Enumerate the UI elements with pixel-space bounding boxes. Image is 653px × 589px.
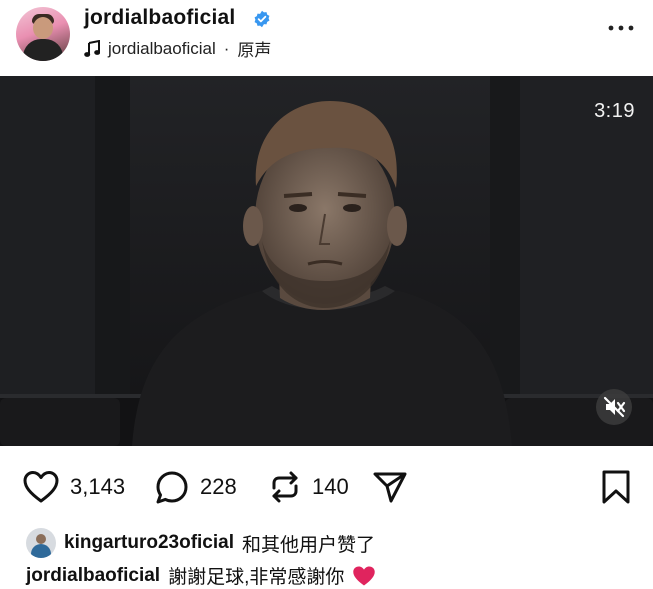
- comment-action[interactable]: 228: [154, 462, 237, 512]
- liker-avatar-body: [31, 544, 51, 558]
- share-action[interactable]: [372, 462, 408, 512]
- repost-count: 140: [312, 474, 349, 499]
- verified-badge-icon: [254, 10, 270, 28]
- post-caption: jordialbaoficial 謝謝足球,非常感謝你 ❤️: [26, 562, 376, 589]
- speaker-muted-icon: [603, 396, 626, 418]
- liker-username[interactable]: kingarturo23oficial: [64, 532, 234, 554]
- liked-by-row: kingarturo23oficial 和其他用户赞了: [26, 528, 375, 558]
- video-duration: 3:19: [594, 100, 635, 122]
- more-options-icon[interactable]: [606, 20, 636, 36]
- audio-type: 原声: [237, 41, 272, 60]
- caption-text: 謝謝足球,非常感謝你: [168, 567, 345, 588]
- save-action[interactable]: [600, 462, 632, 512]
- avatar-body: [23, 39, 63, 61]
- avatar-head: [33, 17, 53, 39]
- video-frame: [0, 76, 653, 446]
- mute-button[interactable]: [596, 389, 632, 425]
- liked-by-suffix: 和其他用户赞了: [242, 534, 376, 556]
- share-send-icon: [373, 472, 407, 503]
- red-heart-emoji-icon: [353, 566, 376, 585]
- audio-row[interactable]: jordialbaoficial · 原声: [84, 36, 271, 61]
- bookmark-icon: [602, 470, 630, 504]
- repost-action[interactable]: 140: [268, 462, 349, 512]
- post-header: jordialbaoficial jordialbaoficial · 原声: [0, 0, 653, 76]
- comment-bubble-icon: [156, 471, 188, 504]
- post-username[interactable]: jordialbaoficial: [84, 6, 235, 30]
- caption-username[interactable]: jordialbaoficial: [26, 565, 160, 587]
- repost-icon: [272, 471, 298, 503]
- action-bar: 3,143 228 140: [0, 462, 653, 512]
- like-count: 3,143: [70, 474, 126, 499]
- profile-avatar[interactable]: [16, 7, 70, 61]
- audio-separator: ·: [223, 38, 230, 58]
- music-note-icon: [84, 39, 100, 57]
- heart-icon: [23, 471, 59, 503]
- liker-avatar-head: [36, 534, 46, 544]
- like-action[interactable]: 3,143: [22, 462, 125, 512]
- audio-name: jordialbaoficial: [108, 38, 216, 58]
- comment-count: 228: [200, 474, 237, 499]
- liker-avatar[interactable]: [26, 528, 56, 558]
- video-player[interactable]: 3:19: [0, 76, 653, 446]
